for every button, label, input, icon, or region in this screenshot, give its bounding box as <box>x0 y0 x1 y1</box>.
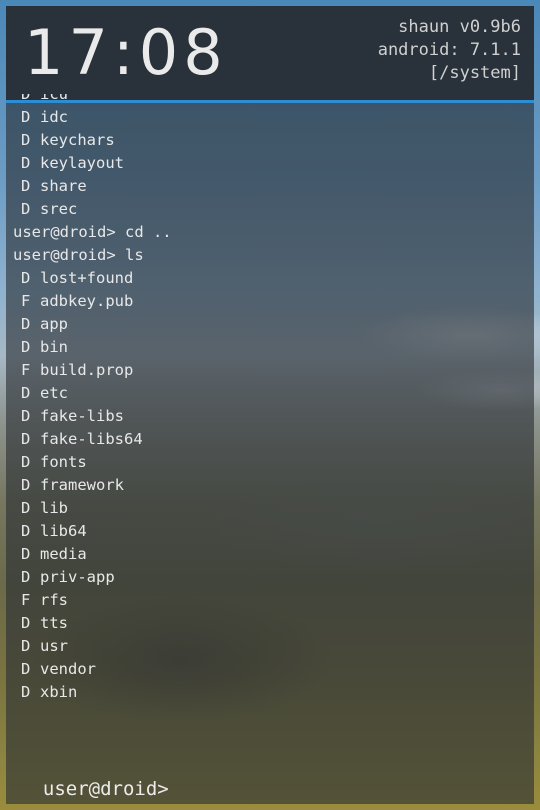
directory-marker: D <box>21 108 31 126</box>
file-list-item: Fadbkey.pub <box>13 290 528 313</box>
entry-name: etc <box>40 384 68 402</box>
file-list-item: Dlib64 <box>13 520 528 543</box>
directory-marker: D <box>21 154 31 172</box>
entry-name: icu <box>40 94 68 103</box>
device-info: shaun v0.9b6 android: 7.1.1 [/system] <box>378 16 521 85</box>
android-version: android: 7.1.1 <box>377 40 521 60</box>
file-list-item: Dicu <box>13 94 528 106</box>
directory-marker: D <box>21 660 31 678</box>
file-list-item: Dframework <box>13 474 528 497</box>
file-list-item: Dvendor <box>13 658 528 681</box>
file-list-item: Dfonts <box>13 451 528 474</box>
command-line: user@droid> cd .. <box>13 223 172 241</box>
file-list-item: Dsrec <box>13 198 528 221</box>
entry-name: xbin <box>40 683 78 701</box>
directory-marker: D <box>21 338 31 356</box>
entry-name: vendor <box>40 660 96 678</box>
directory-marker: D <box>21 476 31 494</box>
entry-name: keychars <box>40 131 115 149</box>
command-line: user@droid> ls <box>13 246 144 264</box>
file-list-item: Dkeychars <box>13 129 528 152</box>
directory-marker: D <box>21 453 31 471</box>
launcher-version: shaun v0.9b6 <box>398 17 521 37</box>
command-input[interactable]: user@droid> <box>20 750 169 802</box>
entry-name: lib <box>40 499 68 517</box>
status-header: 17:08 shaun v0.9b6 android: 7.1.1 [/syst… <box>6 6 534 103</box>
entry-name: srec <box>40 200 78 218</box>
entry-name: build.prop <box>40 361 134 379</box>
entry-name: share <box>40 177 87 195</box>
entry-name: rfs <box>40 591 68 609</box>
directory-marker: D <box>21 94 31 103</box>
file-list-item: Dxbin <box>13 681 528 704</box>
input-prompt: user@droid> <box>42 778 169 800</box>
file-list-item: Dbin <box>13 336 528 359</box>
directory-marker: D <box>21 499 31 517</box>
clock: 17:08 <box>24 16 228 89</box>
file-list-item: Dtts <box>13 612 528 635</box>
entry-name: keylayout <box>40 154 124 172</box>
entry-name: lost+found <box>40 269 134 287</box>
file-list-item: Dlib <box>13 497 528 520</box>
file-list-item: Dpriv-app <box>13 566 528 589</box>
file-list-item: Didc <box>13 106 528 129</box>
directory-marker: D <box>21 545 31 563</box>
entry-name: tts <box>40 614 68 632</box>
entry-name: framework <box>40 476 124 494</box>
directory-marker: D <box>21 683 31 701</box>
file-list-item: Dusr <box>13 635 528 658</box>
directory-marker: D <box>21 200 31 218</box>
entry-name: fake-libs <box>40 407 124 425</box>
directory-marker: D <box>21 568 31 586</box>
directory-marker: D <box>21 522 31 540</box>
file-list-item: Detc <box>13 382 528 405</box>
file-list-item: Fbuild.prop <box>13 359 528 382</box>
current-directory: [/system] <box>428 63 521 83</box>
directory-marker: D <box>21 637 31 655</box>
file-list-item: Dfake-libs64 <box>13 428 528 451</box>
entry-name: app <box>40 315 68 333</box>
entry-name: idc <box>40 108 68 126</box>
file-list-item: Dmedia <box>13 543 528 566</box>
file-list-item: Dshare <box>13 175 528 198</box>
file-list-item: Dfake-libs <box>13 405 528 428</box>
directory-marker: D <box>21 430 31 448</box>
entry-name: fake-libs64 <box>40 430 143 448</box>
entry-name: lib64 <box>40 522 87 540</box>
file-list-item: Frfs <box>13 589 528 612</box>
directory-marker: D <box>21 614 31 632</box>
file-list-item: Dapp <box>13 313 528 336</box>
entry-name: usr <box>40 637 68 655</box>
terminal-output[interactable]: Dicu Didc Dkeychars Dkeylayout Dshare Dsrec us… <box>13 94 528 720</box>
file-marker: F <box>21 591 31 609</box>
directory-marker: D <box>21 269 31 287</box>
entry-name: media <box>40 545 87 563</box>
entry-name: priv-app <box>40 568 115 586</box>
file-marker: F <box>21 361 31 379</box>
directory-marker: D <box>21 407 31 425</box>
directory-marker: D <box>21 177 31 195</box>
file-list-item: Dkeylayout <box>13 152 528 175</box>
entry-name: fonts <box>40 453 87 471</box>
file-list-item: Dlost+found <box>13 267 528 290</box>
entry-name: adbkey.pub <box>40 292 134 310</box>
directory-marker: D <box>21 384 31 402</box>
directory-marker: D <box>21 315 31 333</box>
entry-name: bin <box>40 338 68 356</box>
directory-marker: D <box>21 131 31 149</box>
file-marker: F <box>21 292 31 310</box>
